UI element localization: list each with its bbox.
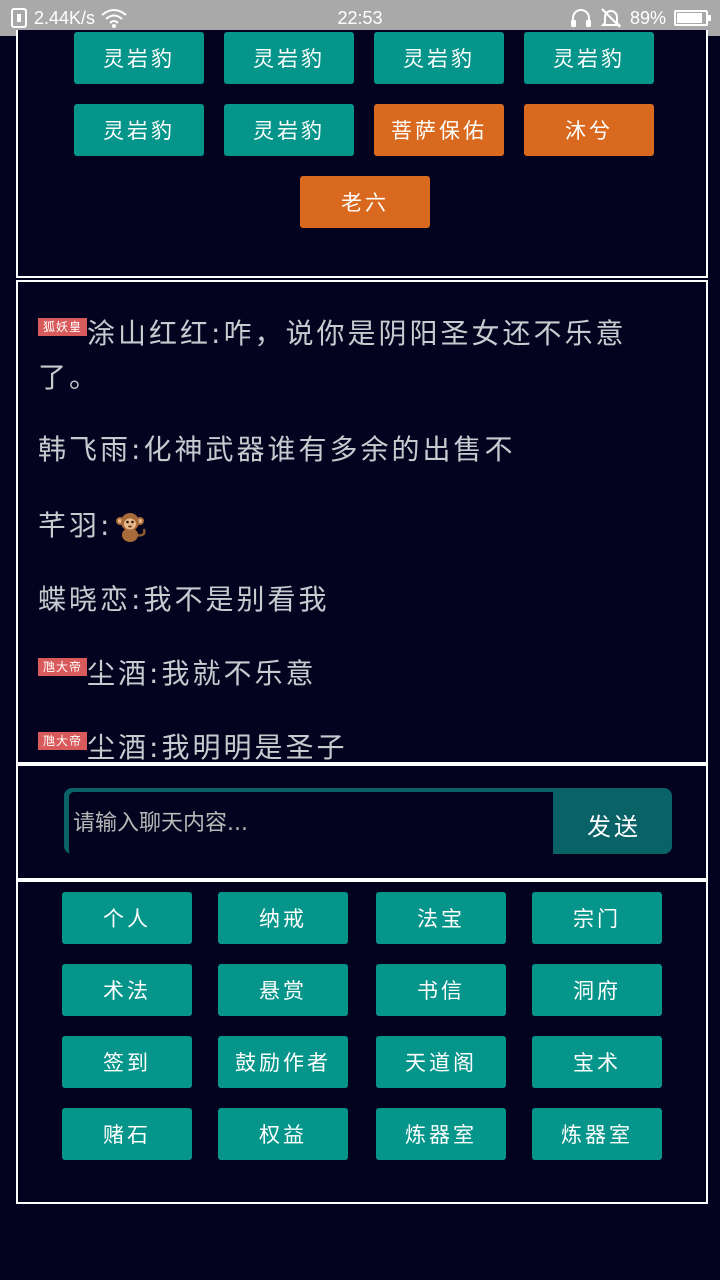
message-separator: : — [131, 433, 144, 466]
menu-button[interactable]: 天道阁 — [376, 1036, 506, 1088]
message-sender: 尘酒 — [87, 657, 150, 690]
menu-button[interactable]: 法宝 — [376, 892, 506, 944]
title-badge: 狐妖皇 — [38, 318, 88, 336]
contact-button[interactable]: 灵岩豹 — [374, 32, 504, 84]
chat-message: 蝶晓恋:我不是别看我 — [38, 578, 668, 622]
contact-button[interactable]: 灵岩豹 — [224, 104, 354, 156]
message-separator: : — [131, 583, 144, 616]
contact-button[interactable]: 灵岩豹 — [224, 32, 354, 84]
title-badge: 虺大帝 — [38, 732, 88, 750]
title-badge: 虺大帝 — [38, 658, 88, 676]
chat-panel[interactable]: 狐妖皇 涂山红红:咋，说你是阴阳圣女还不乐意了。 韩飞雨:化神武器谁有多余的出售不… — [16, 280, 708, 764]
message-separator: : — [100, 509, 113, 542]
menu-button[interactable]: 宗门 — [532, 892, 662, 944]
contact-button[interactable]: 灵岩豹 — [74, 32, 204, 84]
message-text: 我明明是圣子 — [161, 731, 348, 764]
chat-message: 虺大帝 尘酒:我明明是圣子 — [38, 726, 668, 764]
menu-button[interactable]: 术法 — [62, 964, 192, 1016]
menu-panel: 个人 纳戒 法宝 宗门 术法 悬赏 书信 洞府 签到 鼓励作者 天道阁 宝术 赌… — [16, 880, 708, 1204]
contact-button[interactable]: 菩萨保佑 — [374, 104, 504, 156]
menu-button[interactable]: 签到 — [62, 1036, 192, 1088]
message-separator: : — [211, 317, 224, 350]
contact-button[interactable]: 灵岩豹 — [74, 104, 204, 156]
menu-button[interactable]: 悬赏 — [218, 964, 348, 1016]
message-sender: 涂山红红 — [87, 317, 212, 350]
send-button[interactable]: 发送 — [556, 788, 672, 860]
message-separator: : — [149, 657, 162, 690]
contact-button[interactable]: 沐兮 — [524, 104, 654, 156]
message-sender: 芊羽 — [38, 509, 101, 542]
battery-fill — [677, 13, 702, 23]
menu-button[interactable]: 赌石 — [62, 1108, 192, 1160]
headphones-icon — [570, 9, 591, 27]
message-separator: : — [149, 731, 162, 764]
battery-icon — [674, 10, 711, 26]
message-text: 我就不乐意 — [161, 657, 317, 690]
monkey-icon — [116, 513, 147, 542]
menu-button[interactable]: 权益 — [218, 1108, 348, 1160]
menu-button[interactable]: 个人 — [62, 892, 192, 944]
chat-message: 狐妖皇 涂山红红:咋，说你是阴阳圣女还不乐意了。 — [38, 312, 668, 400]
menu-button[interactable]: 炼器室 — [376, 1108, 506, 1160]
chat-input[interactable] — [69, 792, 553, 856]
input-panel: 发送 — [16, 764, 708, 880]
message-sender: 蝶晓恋 — [38, 583, 132, 616]
message-text: 化神武器谁有多余的出售不 — [143, 433, 516, 466]
battery-percent: 89% — [629, 7, 666, 28]
contact-button[interactable]: 灵岩豹 — [524, 32, 654, 84]
menu-button[interactable]: 纳戒 — [218, 892, 348, 944]
menu-button[interactable]: 书信 — [376, 964, 506, 1016]
message-sender: 韩飞雨 — [38, 433, 132, 466]
menu-button[interactable]: 宝术 — [532, 1036, 662, 1088]
menu-button[interactable]: 鼓励作者 — [218, 1036, 348, 1088]
chat-input-frame: 发送 — [64, 788, 672, 856]
menu-button[interactable]: 炼器室 — [532, 1108, 662, 1160]
contacts-panel: 灵岩豹 灵岩豹 灵岩豹 灵岩豹 灵岩豹 灵岩豹 菩萨保佑 沐兮 老六 — [16, 30, 708, 278]
chat-message: 韩飞雨:化神武器谁有多余的出售不 — [38, 428, 668, 472]
message-text: 我不是别看我 — [143, 583, 330, 616]
chat-message: 芊羽: — [38, 504, 668, 548]
contact-button[interactable]: 老六 — [300, 176, 430, 228]
chat-message: 虺大帝 尘酒:我就不乐意 — [38, 652, 668, 696]
message-sender: 尘酒 — [87, 731, 150, 764]
menu-button[interactable]: 洞府 — [532, 964, 662, 1016]
mute-icon — [600, 8, 622, 28]
